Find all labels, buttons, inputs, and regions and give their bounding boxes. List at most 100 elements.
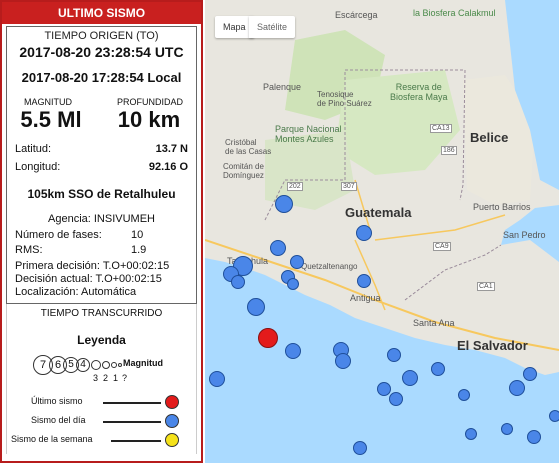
map-label-quetzaltenango: Quetzaltenango (301, 262, 358, 271)
map-label-la-biosfera: la Biosfera Calakmul (413, 8, 496, 18)
magnitude-value: 5.5 Ml (20, 107, 82, 132)
quake-marker[interactable] (353, 441, 367, 455)
quake-marker[interactable] (509, 380, 525, 396)
quake-marker[interactable] (465, 428, 477, 440)
quake-marker[interactable] (287, 278, 299, 290)
quake-marker[interactable] (357, 274, 371, 288)
quake-marker[interactable] (377, 382, 391, 396)
legend-box: TIEMPO TRANSCURRIDO Leyenda 7 6 5 4 Magn… (6, 304, 197, 454)
quake-marker[interactable] (527, 430, 541, 444)
elapsed-time-label: TIEMPO TRANSCURRIDO (40, 308, 163, 319)
map-road-186: 186 (441, 146, 457, 155)
legend-item: Sismo del día (7, 412, 196, 430)
map-road-ca13: CA13 (430, 124, 452, 133)
map-label-santa-ana: Santa Ana (413, 318, 455, 328)
map-label-reserva: Reserva de Biosfera Maya (390, 82, 448, 102)
longitude-value: 92.16 O (148, 161, 188, 173)
legend-item: Sismo de la semana (7, 431, 196, 449)
location-text: 105km SSO de Retalhuleu (27, 187, 176, 201)
legend-item-dot (165, 395, 179, 409)
map-tab-mapa[interactable]: Mapa (215, 16, 254, 38)
legend-item-line (103, 402, 161, 404)
longitude-label: Longitud: (15, 161, 61, 173)
quake-marker[interactable] (209, 371, 225, 387)
magnitude-circle-1 (111, 362, 117, 368)
legend-item-line (111, 440, 161, 442)
local-time: 2017-08-20 17:28:54 Local (21, 70, 182, 85)
magnitude-circle-2 (102, 361, 110, 369)
last-quake-marker[interactable] (258, 328, 278, 348)
map-label-antigua: Antigua (350, 293, 381, 303)
quake-marker[interactable] (335, 353, 351, 369)
depth-value: 10 km (117, 107, 181, 132)
earthquake-info-panel: ULTIMO SISMO TIEMPO ORIGEN (TO) 2017-08-… (0, 0, 203, 463)
quake-marker[interactable] (290, 255, 304, 269)
agency-text: Agencia: INSIVUMEH (48, 213, 155, 225)
quake-marker[interactable] (231, 275, 245, 289)
magnitude-circle-3 (91, 360, 101, 370)
origin-time-label: TIEMPO ORIGEN (TO) (44, 30, 159, 42)
utc-time: 2017-08-20 23:28:54 UTC (19, 44, 184, 60)
magnitude-circle-unknown (118, 363, 122, 367)
magnitude-label: MAGNITUD (24, 97, 72, 107)
quake-marker[interactable] (523, 367, 537, 381)
quake-marker[interactable] (387, 348, 401, 362)
legend-item-dot (165, 414, 179, 428)
magnitude-circle-4: 4 (76, 358, 90, 372)
depth-label: PROFUNDIDAD (116, 97, 183, 107)
map-tab-satellite[interactable]: Satélite (249, 16, 296, 38)
current-decision: Decisión actual: T.O+00:02:15 (15, 273, 162, 285)
rms-value: 1.9 (131, 244, 147, 256)
quake-marker[interactable] (285, 343, 301, 359)
small-label-2: 2 (103, 373, 109, 383)
first-decision: Primera decisión: T.O+00:02:15 (15, 260, 170, 272)
map-label-guatemala: Guatemala (345, 205, 412, 220)
quake-marker[interactable] (275, 195, 293, 213)
quake-marker[interactable] (431, 362, 445, 376)
magnitude-scale: 7 6 5 4 Magnitud 3 2 1 ? (7, 353, 196, 387)
latitude-value: 13.7 N (155, 143, 188, 155)
small-label-3: 3 (93, 373, 99, 383)
map-road-202: 202 (287, 182, 303, 191)
quake-marker[interactable] (389, 392, 403, 406)
legend-item: Último sismo (7, 393, 196, 411)
map-label-cristobal: Cristóbal de las Casas (225, 138, 272, 156)
small-label-unknown: ? (122, 373, 128, 383)
earthquake-map[interactable]: Mapa Satélite la Biosfera Calakmul Reser… (205, 0, 559, 463)
rms-label: RMS: (15, 244, 43, 256)
map-label-parque: Parque Nacional Montes Azules (275, 124, 342, 144)
quake-marker[interactable] (549, 410, 559, 422)
map-label-comitan: Comitán de Domínguez (223, 162, 264, 180)
quake-marker[interactable] (356, 225, 372, 241)
map-label-el-salvador: El Salvador (457, 338, 528, 353)
magnitud-word: Magnitud (123, 358, 163, 368)
phases-value: 10 (131, 229, 144, 241)
quake-marker[interactable] (501, 423, 513, 435)
map-label-tenosique: Tenosique de Pino Suárez (317, 90, 372, 108)
map-road-ca9: CA9 (433, 242, 451, 251)
map-road-307: 307 (341, 182, 357, 191)
legend-item-label: Último sismo (31, 396, 83, 406)
legend-item-line (103, 421, 161, 423)
phases-label: Número de fases: (15, 229, 102, 241)
map-road-ca1: CA1 (477, 282, 495, 291)
map-label-san-pedro: San Pedro (503, 230, 546, 240)
map-label-belice: Belice (470, 130, 509, 145)
legend-item-dot (165, 433, 179, 447)
map-label-escarcega: Escárcega (335, 10, 378, 20)
map-label-puerto-barrios: Puerto Barrios (473, 202, 531, 212)
legend-item-label: Sismo de la semana (11, 434, 93, 444)
quake-marker[interactable] (270, 240, 286, 256)
legend-title: Leyenda (77, 333, 126, 347)
panel-header: ULTIMO SISMO (2, 2, 201, 24)
small-label-1: 1 (113, 373, 119, 383)
map-label-palenque: Palenque (263, 82, 302, 92)
latitude-label: Latitud: (15, 143, 52, 155)
quake-marker[interactable] (247, 298, 265, 316)
quake-details-box: TIEMPO ORIGEN (TO) 2017-08-20 23:28:54 U… (6, 26, 197, 304)
quake-marker[interactable] (458, 389, 470, 401)
quake-marker[interactable] (402, 370, 418, 386)
localization-text: Localización: Automática (15, 286, 137, 298)
legend-item-label: Sismo del día (31, 415, 86, 425)
legend-items: Último sismo Sismo del día Sismo de la sem… (7, 393, 196, 449)
